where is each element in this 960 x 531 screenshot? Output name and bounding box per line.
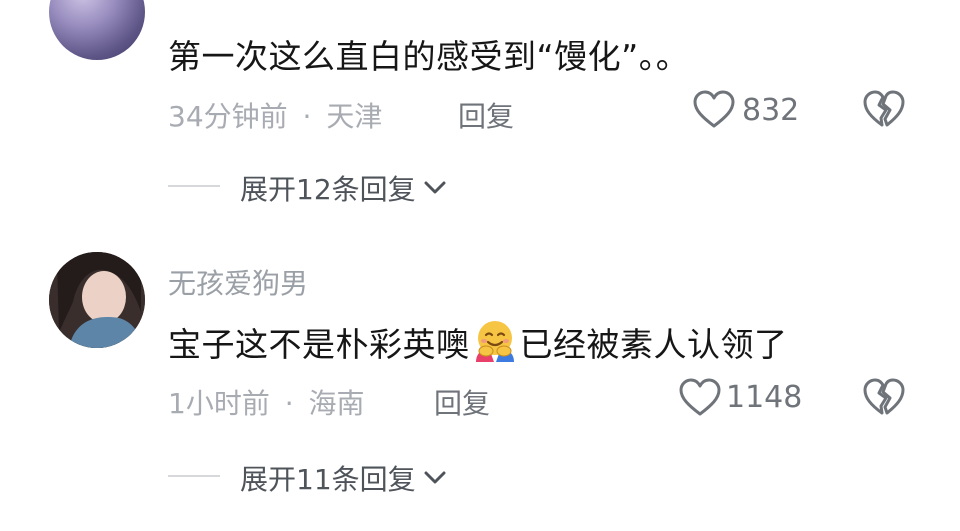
- chevron-down-icon: [424, 181, 446, 195]
- like-count: 832: [742, 93, 800, 128]
- comment-location: 海南: [308, 387, 365, 420]
- expand-replies-button[interactable]: 展开11条回复: [240, 458, 446, 498]
- meta-separator: ·: [302, 100, 312, 133]
- broken-heart-icon[interactable]: [862, 378, 906, 418]
- expand-divider: [168, 185, 220, 187]
- comment-username[interactable]: 无孩爱狗男: [168, 262, 308, 302]
- like-count: 1148: [726, 380, 803, 415]
- avatar[interactable]: [49, 0, 145, 60]
- heart-outline-icon[interactable]: [692, 90, 736, 130]
- comment-meta: 1小时前 · 海南: [168, 382, 365, 422]
- expand-replies-label: 展开12条回复: [240, 173, 416, 206]
- comment-text: 第一次这么直白的感受到“馒化”。。: [168, 37, 690, 76]
- comment-text-part: 已经被素人认领了: [519, 325, 788, 364]
- hugging-face-emoji: [472, 318, 518, 364]
- comment-meta: 34分钟前 · 天津: [168, 95, 382, 135]
- comment-text-part: 宝子这不是朴彩英噢: [168, 325, 470, 364]
- heart-outline-icon[interactable]: [678, 378, 722, 418]
- comment-location: 天津: [326, 100, 383, 133]
- meta-separator: ·: [284, 387, 294, 420]
- chevron-down-icon: [424, 471, 446, 485]
- comment-text: 宝子这不是朴彩英噢 已经被素人认领了: [168, 318, 788, 366]
- avatar[interactable]: [49, 252, 145, 348]
- reply-button[interactable]: 回复: [458, 95, 514, 135]
- comment-time: 34分钟前: [168, 100, 288, 133]
- reply-button[interactable]: 回复: [434, 382, 490, 422]
- comment-time: 1小时前: [168, 387, 270, 420]
- expand-divider: [168, 475, 220, 477]
- expand-replies-button[interactable]: 展开12条回复: [240, 168, 446, 208]
- broken-heart-icon[interactable]: [862, 90, 906, 130]
- expand-replies-label: 展开11条回复: [240, 463, 416, 496]
